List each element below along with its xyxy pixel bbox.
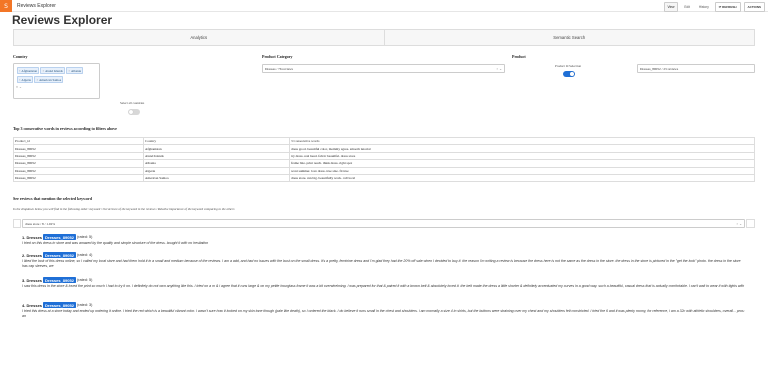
review-item: 1. Dresses Dresses_89052 (rated: 5) I trie… [22,234,745,246]
review-text: I tried this dress at a store today and … [22,308,745,319]
product-label: Product [512,54,526,59]
table-header: Country [143,136,290,146]
clear-all-icon[interactable]: × ⌄ [16,85,22,89]
review-rating: (rated: 3) [76,303,93,307]
nav-edit[interactable]: Edit [681,3,693,11]
chevron-down-icon[interactable]: × ⌄ [496,67,502,71]
keyword-hint: In the dropdown below you will find in t… [13,207,235,211]
table-cell: Algeria [143,166,290,175]
table-row: Dresses_89052 Albania frame bite. print re… [13,159,755,168]
keyword-left-cell [13,219,21,228]
select-all-label: Select all countries [120,101,145,105]
product-value: Dresses_89052 / 23 reviews [640,66,679,71]
table-cell: Dresses_89052 [13,159,144,168]
country-chip[interactable]: ×American Samoa [34,76,64,83]
review-item: 4. Dresses Dresses_89052 (rated: 3) I trie… [22,302,745,320]
table-cell: Dresses_89052 [13,173,144,183]
table-cell: dress good. beautiful color, mommy agree… [289,144,755,153]
review-header: 4. Dresses Dresses_89052 (rated: 3) [22,302,745,308]
top-bar: S Reviews Explorer View Edit History ⟳ R… [0,0,768,12]
category-select[interactable]: Dresses / 76 reviews × ⌄ [262,64,505,73]
refresh-button[interactable]: ⟳ REFRESH [714,2,741,12]
country-multiselect[interactable]: ×Afghanistan ×Aland Islands ×Albania ×Alger… [13,63,100,99]
table-cell: Dresses_89052 [13,144,144,153]
top-nav: View Edit History ⟳ REFRESH ACTIONS [663,2,768,12]
table-header: Product_id [13,136,144,146]
product-badge: Dresses_89052 [43,234,76,240]
country-chip[interactable]: ×Afghanistan [16,67,40,74]
table-row: Dresses_89052 Afghanistan dress good. beau… [13,144,755,153]
tab-analytics[interactable]: Analytics [14,30,384,45]
toggle-knob [569,71,575,77]
review-index: 1. Dresses [22,234,43,240]
table-cell: Dresses_89052 [13,166,144,175]
review-rating: (rated: 5) [76,235,93,239]
table-header-row: Product_id Country 3 Consecutive words [13,136,755,146]
actions-button[interactable]: ACTIONS [743,2,765,12]
page-title: Reviews Explorer [12,13,113,27]
product-badge: Dresses_89052 [43,277,76,283]
category-label: Product Category [262,54,293,59]
words-table: Product_id Country 3 Consecutive words D… [13,136,755,183]
nav-history[interactable]: History [696,3,712,11]
app-title: Reviews Explorer [17,3,56,9]
product-select[interactable]: Dresses_89052 / 23 reviews [637,64,755,73]
review-index: 2. Dresses [22,252,43,258]
country-label: Country [13,54,28,59]
table-row: Dresses_89052 Algeria wont summer. love dr… [13,166,755,175]
country-chip[interactable]: ×Aland Islands [40,67,65,74]
country-chip[interactable]: ×Albania [66,67,84,74]
category-value: Dresses / 76 reviews [265,66,293,71]
keyword-right-cell [746,219,755,228]
table-cell: American Samoa [143,173,290,183]
product-id-toggle[interactable] [563,71,575,77]
table-header: 3 Consecutive words [289,136,755,146]
review-index: 3. Dresses [22,277,43,283]
review-text: I liked the look of this dress online, s… [22,258,741,269]
table-cell: wont summer. love dress. true size. fit … [289,166,755,175]
review-header: 2. Dresses Dresses_89052 (rated: 4) [22,252,745,258]
table-cell: try dress. real head. fabric beautiful. … [289,151,755,161]
table-cell: Aland Islands [143,151,290,161]
table-row: Dresses_89052 Aland Islands try dress. rea… [13,151,755,161]
review-rating: (rated: 4) [76,253,93,257]
tab-bar: Analytics Semantic Search [13,29,755,46]
tab-semantic-search[interactable]: Semantic Search [383,30,755,45]
product-id-label: Product Id Selection [555,64,582,68]
app-logo-icon: S [0,0,12,12]
refresh-label: REFRESH [722,5,737,9]
close-icon[interactable]: × [68,69,70,73]
keyword-section-title: See reviews that mention the selected ke… [13,196,93,201]
table-cell: dress store. run big. beautifully work. … [289,173,755,183]
nav-view[interactable]: View [663,2,679,12]
table-row: Dresses_89052 American Samoa dress store. … [13,173,755,183]
product-badge: Dresses_89052 [43,302,76,308]
review-header: 1. Dresses Dresses_89052 (rated: 5) [22,234,745,240]
table-cell: Afghanistan [143,144,290,153]
refresh-icon: ⟳ [718,5,722,9]
table-cell: Dresses_89052 [13,151,144,161]
review-item: 3. Dresses Dresses_89052 (rated: 5) I saw … [22,277,745,289]
review-header: 3. Dresses Dresses_89052 (rated: 5) [22,277,745,283]
keyword-value: dress store / 8 / 1.02% [25,221,56,226]
review-rating: (rated: 5) [76,278,93,282]
review-text: I tried on this dress in store and was a… [22,240,209,245]
review-index: 4. Dresses [22,302,43,308]
country-chip[interactable]: ×Algeria [16,76,34,83]
toggle-knob [128,109,134,115]
review-text: I saw this dress in the store & loved th… [22,283,745,288]
table-cell: Albania [143,159,290,168]
review-item: 2. Dresses Dresses_89052 (rated: 4) I like… [22,252,745,270]
select-all-toggle[interactable] [128,109,140,115]
product-badge: Dresses_89052 [43,252,76,258]
chevron-down-icon[interactable]: × ⌄ [736,222,742,226]
words-section-title: Top 3 consecutive words in reviews accor… [13,126,117,131]
table-cell: frame bite. print reach. think dress. ri… [289,159,755,168]
keyword-select[interactable]: dress store / 8 / 1.02% × ⌄ [22,219,745,228]
